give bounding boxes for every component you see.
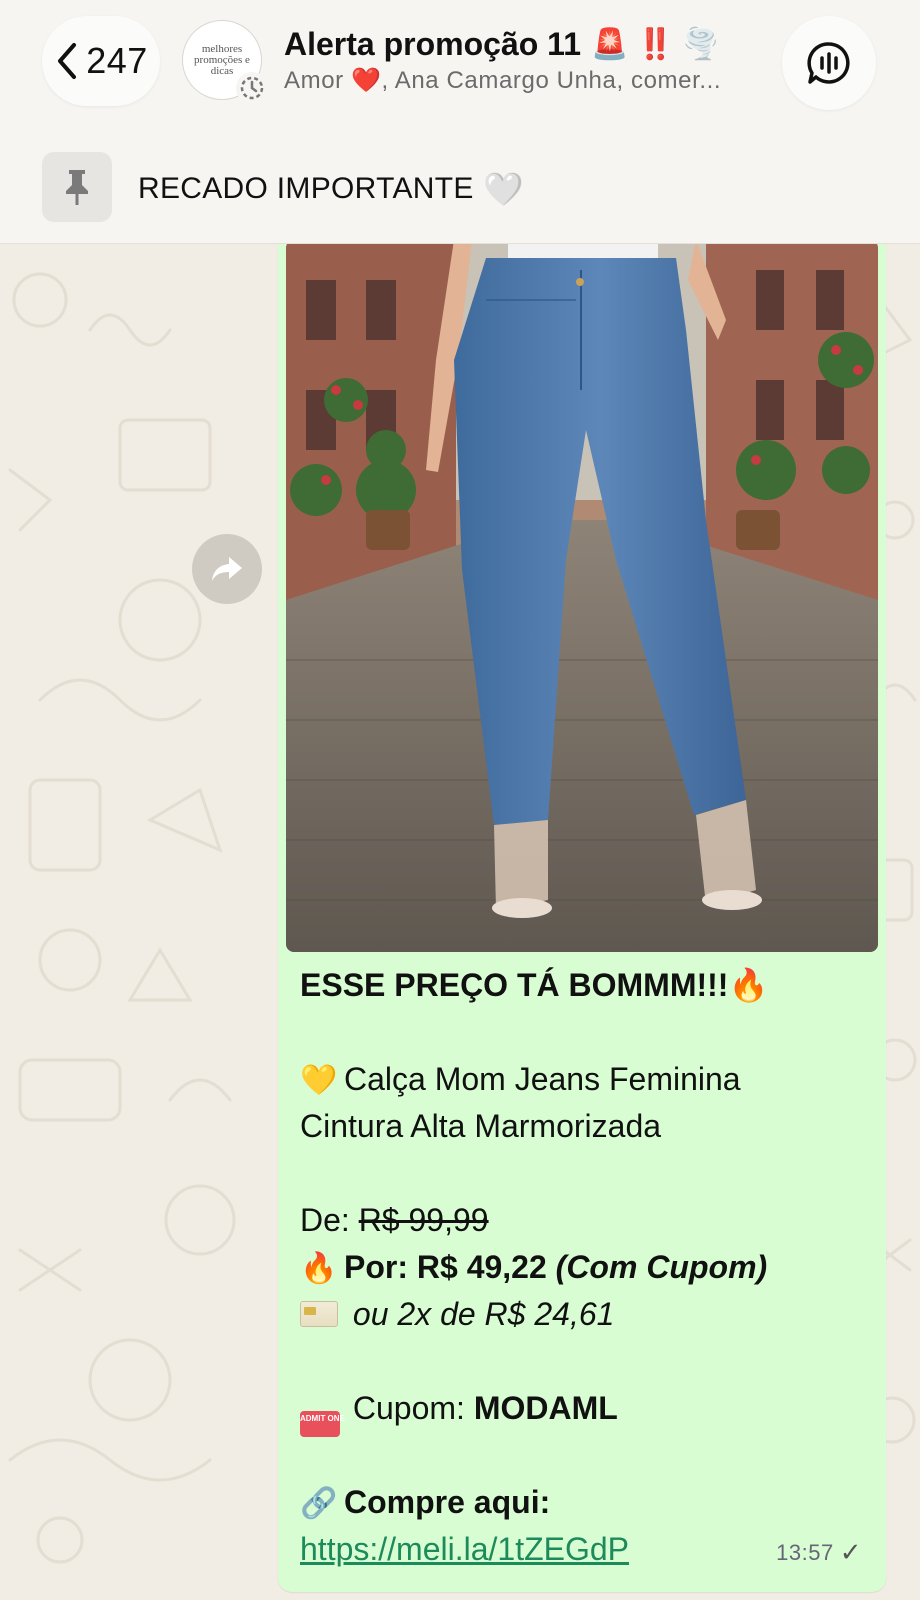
installments-line: ou 2x de R$ 24,61 [300, 1291, 870, 1338]
product-link[interactable]: https://meli.la/1tZEGdP [300, 1531, 629, 1567]
title-emojis: 🚨 ‼️ 🌪️ [591, 28, 720, 61]
coupon-note: (Com Cupom) [555, 1249, 768, 1285]
headline: ESSE PREÇO TÁ BOMMM!!!🔥 [300, 962, 870, 1009]
pin-icon [42, 152, 112, 222]
product-name-2: Cintura Alta Marmorizada [300, 1108, 662, 1144]
headline-text: ESSE PREÇO TÁ BOMMM!!! [300, 967, 729, 1003]
chevron-left-icon [58, 43, 77, 79]
pinned-message-text: RECADO IMPORTANTE 🤍 [138, 170, 524, 208]
member-rest: , Ana Camargo Unha, comer... [381, 67, 722, 94]
message-meta: 13:57 ✓ [776, 1537, 862, 1568]
forward-icon [212, 557, 242, 581]
old-price-label: De: [300, 1202, 350, 1238]
old-price-line: De: R$ 99,99 [300, 1197, 870, 1244]
message-bubble[interactable]: ESSE PREÇO TÁ BOMMM!!!🔥 💛 Calça Mom Jeans… [278, 200, 886, 1592]
white-heart-emoji: 🤍 [483, 171, 524, 207]
fire-emoji: 🔥 [300, 1252, 338, 1285]
avatar-label: melhores promoções e dicas [194, 42, 250, 77]
group-title-text: Alerta promoção 11 [284, 26, 581, 62]
product-name-1: Calça Mom Jeans Feminina [344, 1061, 741, 1097]
buy-label: Compre aqui: [344, 1484, 551, 1520]
new-price-line: 🔥 Por: R$ 49,22 (Com Cupom) [300, 1244, 870, 1291]
pinned-label: RECADO IMPORTANTE [138, 172, 474, 205]
product-line-2: Cintura Alta Marmorizada [300, 1103, 870, 1150]
chat-header: 247 melhores promoções e dicas Alerta pr… [0, 0, 920, 136]
message-time: 13:57 [776, 1539, 834, 1565]
group-members[interactable]: Amor ❤️, Ana Camargo Unha, comer... [284, 66, 754, 95]
product-line-1: 💛 Calça Mom Jeans Feminina [300, 1056, 870, 1103]
status-timer-icon [236, 72, 268, 104]
jeans-photo-illustration [286, 240, 878, 952]
voice-chat-button[interactable] [782, 16, 876, 110]
installments: ou 2x de R$ 24,61 [352, 1296, 615, 1332]
coupon-code: MODAML [473, 1390, 618, 1426]
message-text: ESSE PREÇO TÁ BOMMM!!!🔥 💛 Calça Mom Jeans… [300, 962, 870, 1573]
voice-chat-icon [807, 42, 850, 84]
ticket-icon: ADMIT ONE [300, 1411, 345, 1437]
coupon-line: ADMIT ONE Cupom: MODAML [300, 1385, 870, 1437]
heart-emoji: ❤️ [351, 67, 382, 94]
link-emoji: 🔗 [300, 1487, 338, 1520]
unread-count: 247 [86, 40, 148, 81]
group-title[interactable]: Alerta promoção 11 🚨 ‼️ 🌪️ [284, 26, 764, 63]
product-photo[interactable] [286, 240, 878, 952]
member-first: Amor [284, 67, 344, 94]
new-price: Por: R$ 49,22 [344, 1249, 547, 1285]
buy-line: 🔗 Compre aqui: [300, 1479, 870, 1526]
credit-card-icon [300, 1301, 338, 1327]
yellow-heart-emoji: 💛 [300, 1064, 338, 1097]
old-price: R$ 99,99 [358, 1202, 489, 1238]
forward-button[interactable] [192, 534, 262, 604]
sent-check-icon: ✓ [839, 1537, 862, 1567]
pinned-message-bar[interactable]: RECADO IMPORTANTE 🤍 [0, 136, 920, 244]
back-button[interactable]: 247 [42, 16, 160, 106]
coupon-label: Cupom: [352, 1390, 465, 1426]
fire-emoji: 🔥 [728, 967, 769, 1003]
